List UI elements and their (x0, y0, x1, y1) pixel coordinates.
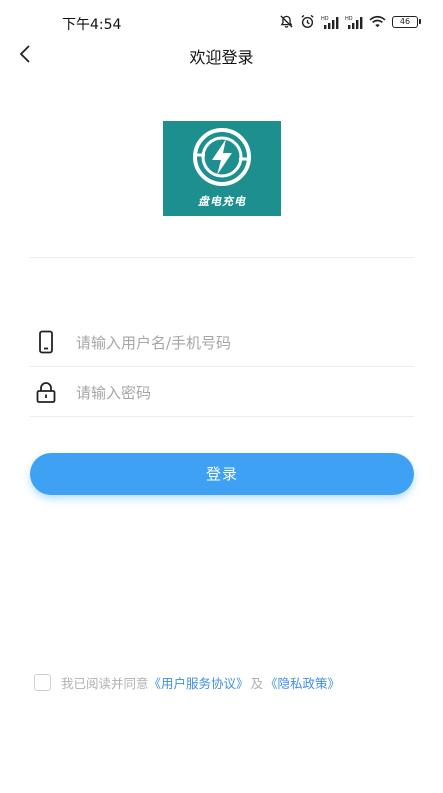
password-row (30, 368, 414, 417)
app-logo: 盘电充电 (163, 121, 281, 216)
agreement: 我已阅读并同意 《用户服务协议》 及 《隐私政策》 (34, 672, 340, 692)
username-input[interactable] (74, 328, 408, 358)
svg-text:HD: HD (321, 16, 329, 22)
divider (30, 257, 414, 258)
agree-checkbox[interactable] (34, 673, 51, 691)
status-icons: HD HD 46 (279, 14, 421, 29)
password-input[interactable] (74, 378, 408, 408)
status-time: 下午4:54 (62, 17, 122, 33)
status-bar: 下午4:54 HD HD 46 (0, 0, 443, 40)
battery-level: 46 (392, 15, 418, 28)
page-title: 欢迎登录 (189, 48, 254, 67)
lock-icon (36, 382, 56, 403)
nav-bar: 欢迎登录 (0, 36, 443, 72)
battery-icon: 46 (392, 15, 421, 28)
logo-text: 盘电充电 (198, 195, 246, 208)
svg-text:HD: HD (345, 16, 353, 22)
lightning-charge-icon (193, 128, 251, 186)
phone-icon (39, 330, 53, 354)
user-agreement-link[interactable]: 《用户服务协议》 (149, 673, 249, 692)
hd-signal-icon: HD (345, 16, 363, 29)
username-row (30, 318, 414, 367)
wifi-icon (369, 15, 386, 28)
agreement-and: 及 (250, 675, 264, 691)
agreement-prefix: 我已阅读并同意 (61, 675, 149, 691)
hd-signal-icon: HD (321, 16, 339, 29)
alarm-icon (301, 14, 314, 29)
login-button[interactable]: 登录 (30, 453, 414, 495)
privacy-policy-link[interactable]: 《隐私政策》 (265, 673, 340, 692)
mute-icon (280, 15, 293, 28)
